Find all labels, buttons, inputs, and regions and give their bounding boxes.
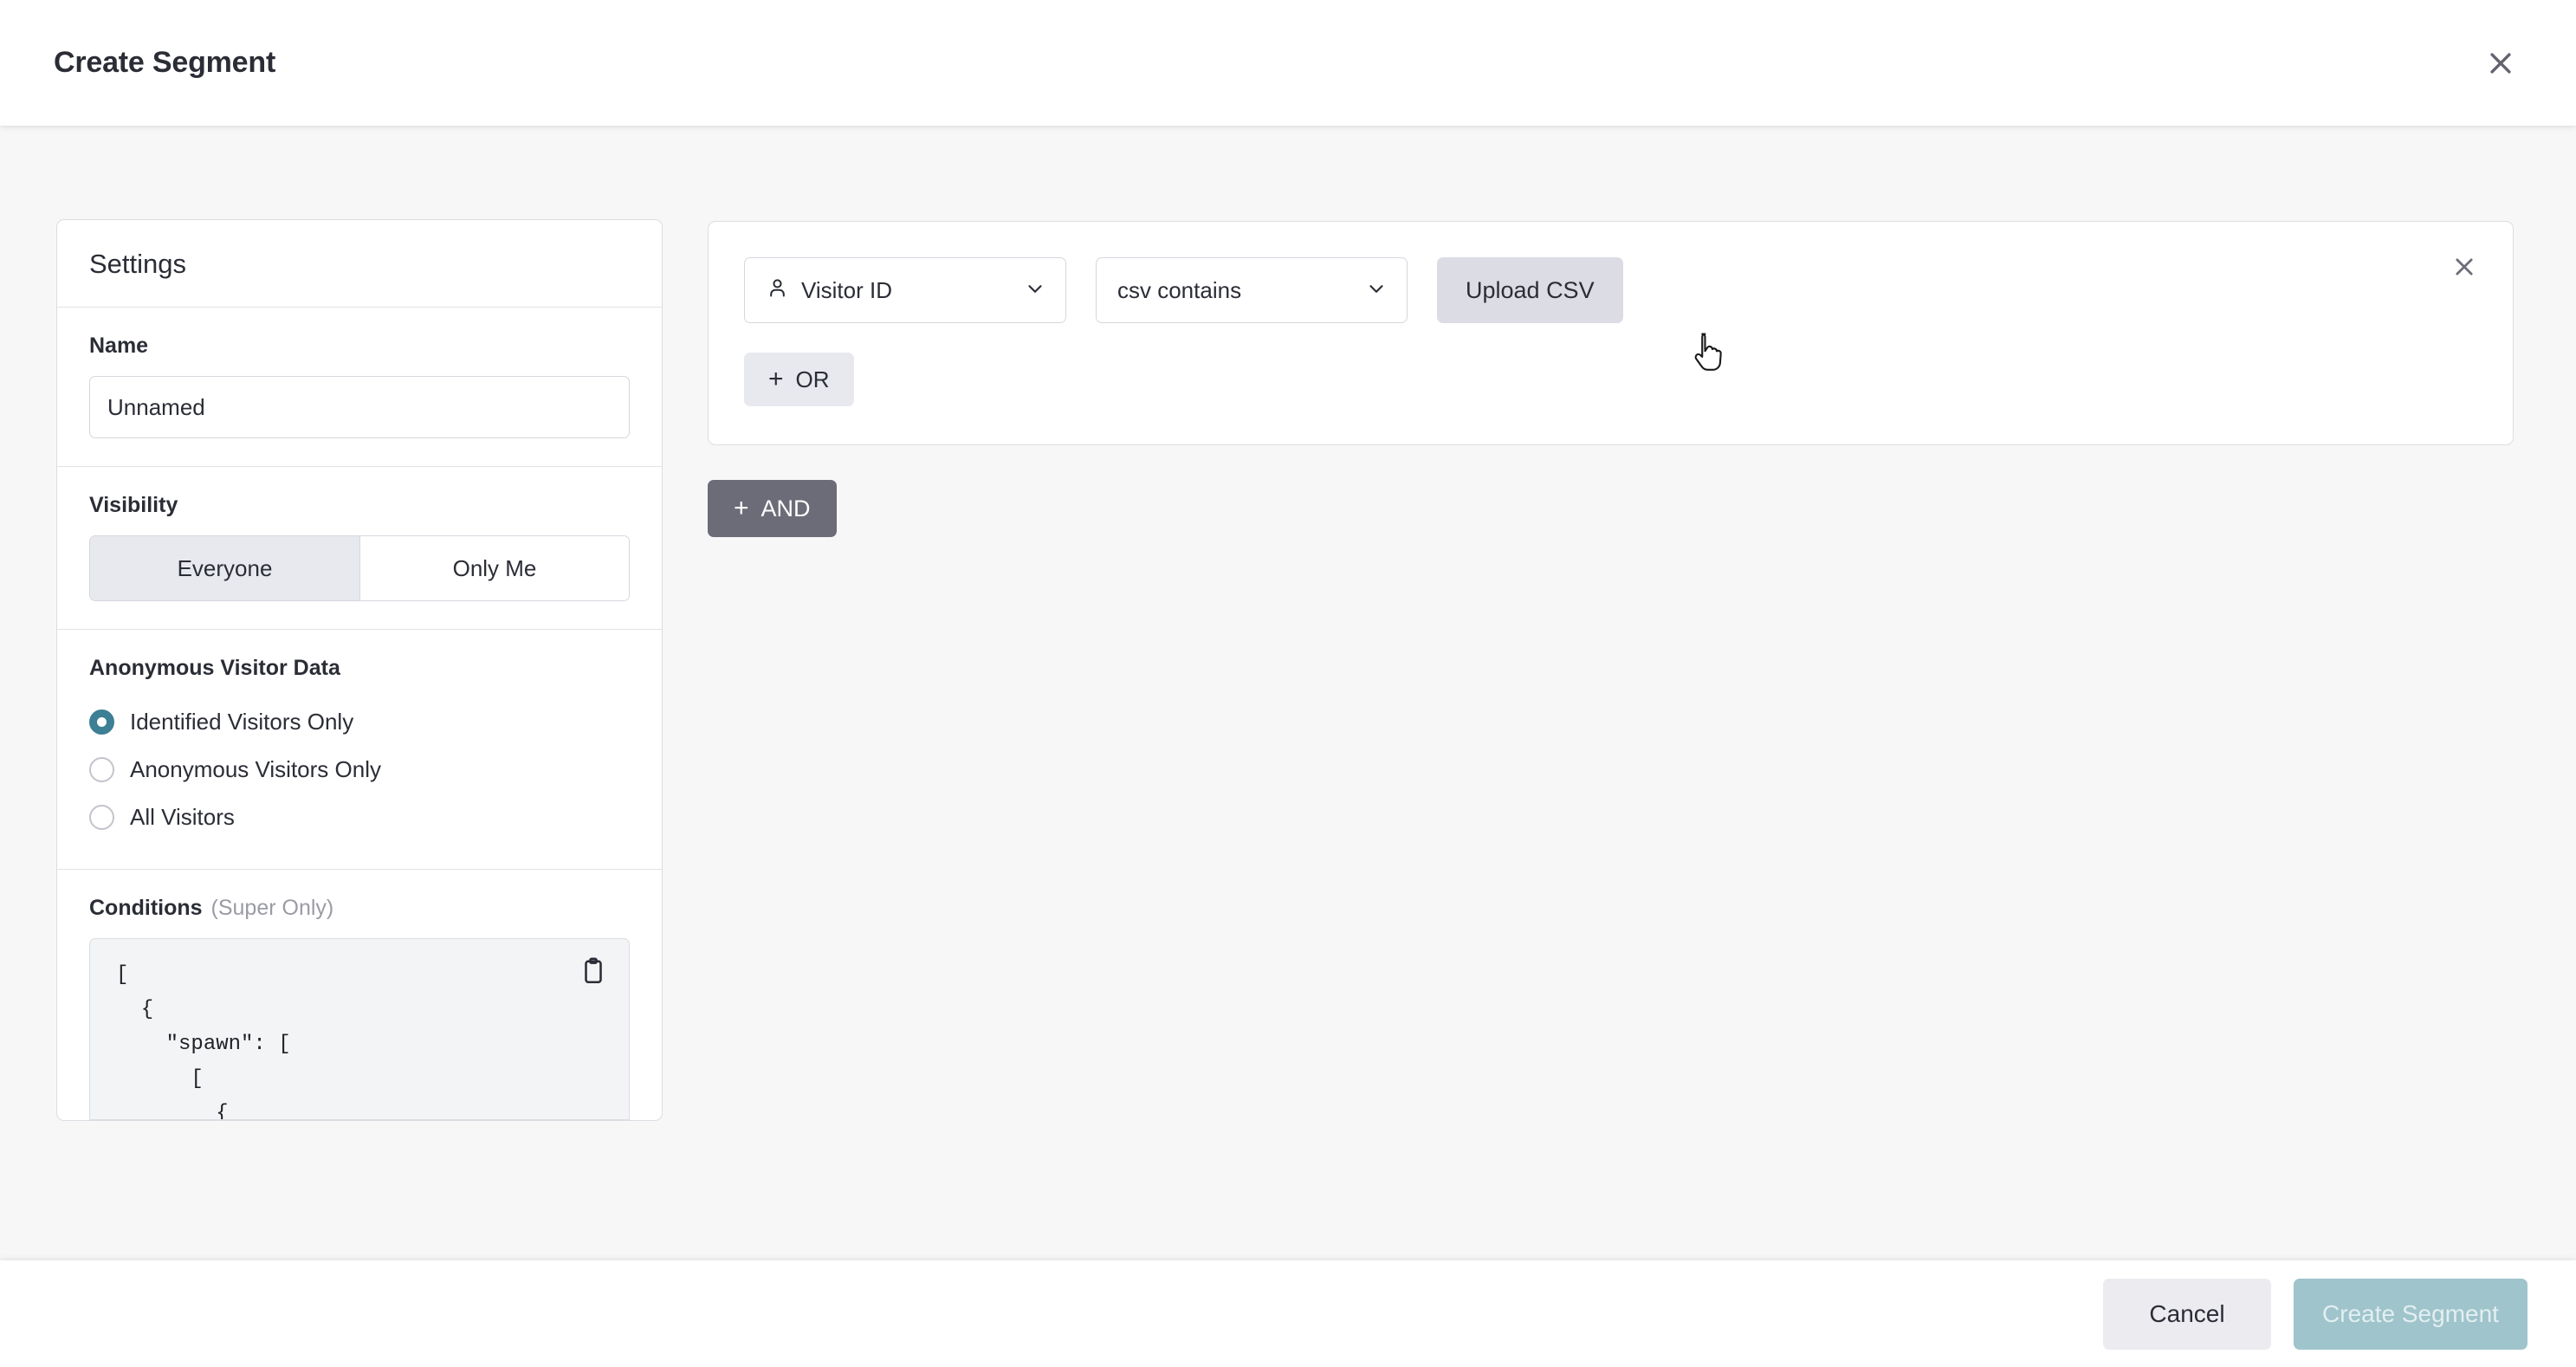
conditions-code-block[interactable]: [ { "spawn": [ [ { [89,938,630,1120]
conditions-code-text: [ { "spawn": [ [ { [116,963,291,1120]
visibility-label: Visibility [89,493,178,517]
person-icon [766,276,789,304]
radio-icon [89,709,114,735]
add-and-label: AND [761,495,811,522]
conditions-section: Conditions (Super Only) [ { "spawn": [ [ … [57,870,662,1120]
remove-condition-close-icon[interactable] [2443,246,2485,288]
radio-anonymous-visitors-only[interactable]: Anonymous Visitors Only [89,746,630,794]
plus-icon: + [734,494,749,522]
radio-icon [89,805,114,830]
visibility-option-only-me[interactable]: Only Me [359,536,629,600]
cancel-button[interactable]: Cancel [2103,1278,2271,1350]
anonymous-visitor-data-section: Anonymous Visitor Data Identified Visito… [57,630,662,870]
conditions-sublabel: (Super Only) [210,896,334,920]
settings-panel-header: Settings [57,220,662,308]
close-icon[interactable] [2474,36,2527,90]
modal-body: Settings Name Visibility Everyone Only M… [0,126,2576,1260]
condition-row: Visitor ID csv contains Upload CSV [744,257,2475,323]
radio-label: Identified Visitors Only [130,709,354,735]
operator-select[interactable]: csv contains [1096,257,1408,323]
clipboard-icon[interactable] [579,956,608,986]
anonymous-visitor-data-label: Anonymous Visitor Data [89,656,340,680]
attribute-select[interactable]: Visitor ID [744,257,1066,323]
settings-panel: Settings Name Visibility Everyone Only M… [56,219,663,1121]
radio-label: All Visitors [130,804,235,830]
segment-name-input[interactable] [89,376,630,438]
name-label: Name [89,334,149,358]
modal-header: Create Segment [0,0,2576,126]
upload-csv-button[interactable]: Upload CSV [1437,257,1623,323]
rules-area: Visitor ID csv contains Upload CSV + OR … [708,219,2514,537]
radio-label: Anonymous Visitors Only [130,756,381,782]
plus-icon: + [768,365,784,393]
condition-card: Visitor ID csv contains Upload CSV + OR [708,221,2514,445]
chevron-down-icon [1024,277,1046,304]
conditions-label: Conditions (Super Only) [89,896,630,921]
visibility-option-everyone[interactable]: Everyone [90,536,359,600]
name-section: Name [57,308,662,467]
create-segment-modal: Create Segment Settings Name Visibility [0,0,2576,1367]
add-and-button[interactable]: + AND [708,480,837,537]
radio-identified-visitors-only[interactable]: Identified Visitors Only [89,698,630,746]
page-title: Create Segment [54,46,276,79]
radio-all-visitors[interactable]: All Visitors [89,794,630,841]
create-segment-button: Create Segment [2294,1278,2527,1350]
radio-icon [89,757,114,782]
operator-select-value: csv contains [1117,276,1242,303]
attribute-select-value: Visitor ID [801,276,892,303]
visibility-segmented-control: Everyone Only Me [89,535,630,601]
settings-title: Settings [89,249,187,279]
conditions-label-text: Conditions [89,896,203,920]
add-or-button[interactable]: + OR [744,353,854,406]
chevron-down-icon [1365,277,1388,304]
visibility-section: Visibility Everyone Only Me [57,467,662,630]
add-or-label: OR [795,366,830,392]
modal-footer: Cancel Create Segment [0,1260,2576,1367]
